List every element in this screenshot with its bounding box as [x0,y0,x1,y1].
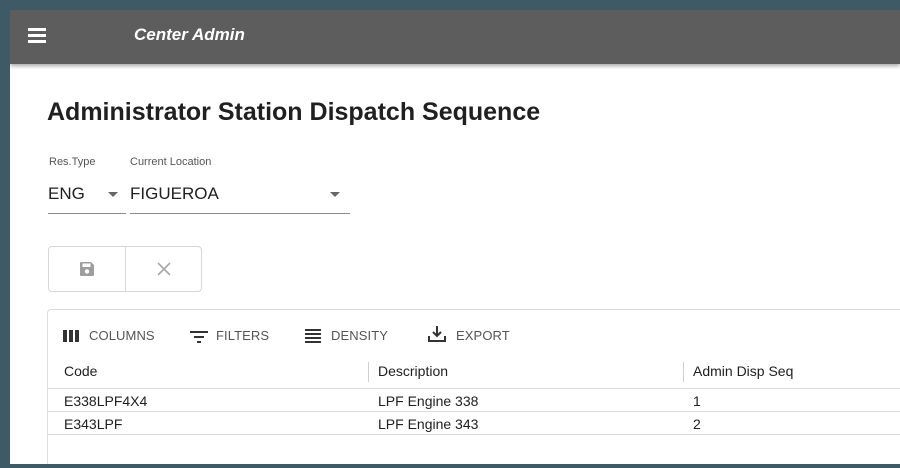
column-separator [368,362,369,382]
current-location-underline [130,213,350,214]
filter-icon [190,331,208,343]
columns-icon [63,330,79,342]
export-label: EXPORT [456,328,510,343]
density-button[interactable]: DENSITY [305,328,415,348]
current-location-value: FIGUEROA [130,184,219,203]
chevron-down-icon [108,192,118,197]
download-icon [428,326,446,342]
res-type-underline [48,213,126,214]
res-type-label: Res.Type [49,156,96,168]
app-title: Center Admin [134,25,245,44]
cell-admin-disp-seq: 2 [693,416,701,432]
table-row[interactable]: E343LPF LPF Engine 343 2 [48,412,900,434]
columns-button[interactable]: COLUMNS [63,328,173,348]
chevron-down-icon [330,192,340,197]
save-icon [80,262,94,276]
cell-description: LPF Engine 343 [378,416,479,432]
current-location-label: Current Location [130,156,212,168]
cell-description: LPF Engine 338 [378,393,479,409]
current-location-select[interactable]: FIGUEROA [130,184,350,214]
density-icon [305,329,321,343]
close-icon [157,262,171,276]
column-header-admin-disp-seq[interactable]: Admin Disp Seq [693,363,793,379]
action-button-group [48,246,202,292]
density-label: DENSITY [331,328,389,343]
save-button[interactable] [49,247,125,291]
filters-label: FILTERS [216,328,270,343]
page-title: Administrator Station Dispatch Sequence [47,98,541,126]
column-header-description[interactable]: Description [378,363,448,379]
column-header-code[interactable]: Code [64,363,97,379]
menu-icon[interactable] [28,28,48,46]
table-row[interactable]: E338LPF4X4 LPF Engine 338 1 [48,389,900,411]
columns-label: COLUMNS [89,328,155,343]
app-window: Center Admin Administrator Station Dispa… [10,10,900,464]
cell-code: E343LPF [64,416,123,432]
res-type-select[interactable]: ENG [48,184,126,214]
row-divider [48,434,900,435]
data-grid: COLUMNS FILTERS DENSITY EXPORT Code Desc… [47,309,900,464]
filters-button[interactable]: FILTERS [190,328,290,348]
cancel-button[interactable] [126,247,202,291]
column-separator [683,362,684,382]
export-button[interactable]: EXPORT [428,326,538,350]
res-type-value: ENG [48,184,85,203]
cell-code: E338LPF4X4 [64,393,148,409]
cell-admin-disp-seq: 1 [693,393,701,409]
app-bar: Center Admin [10,10,900,64]
